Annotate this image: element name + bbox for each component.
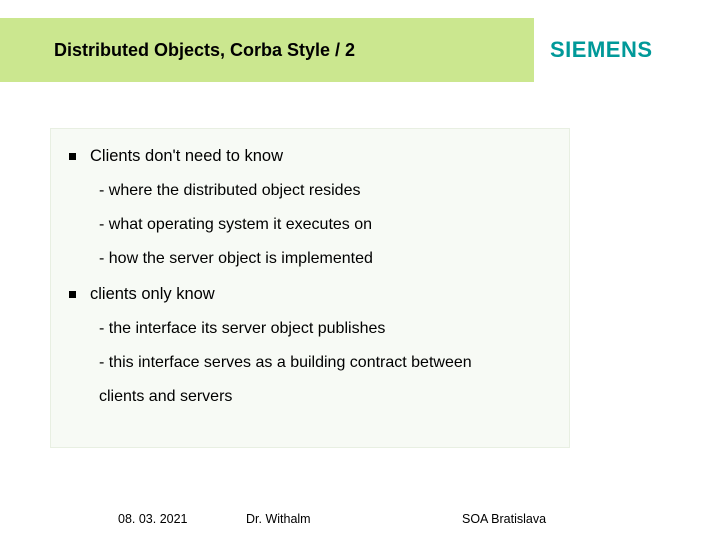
brand-text: SIEMENS — [550, 37, 653, 63]
brand-logo: SIEMENS — [550, 18, 720, 82]
footer-author: Dr. Withalm — [246, 512, 311, 526]
bullet-1-text: Clients don't need to know — [90, 147, 283, 167]
header: Distributed Objects, Corba Style / 2 SIE… — [0, 18, 720, 82]
bullet-2-sub-1: - the interface its server object publis… — [99, 319, 547, 339]
bullet-1-sub-3: - how the server object is implemented — [99, 249, 547, 269]
bullet-row: clients only know — [69, 285, 547, 305]
slide-title: Distributed Objects, Corba Style / 2 — [54, 40, 355, 61]
bullet-row: Clients don't need to know — [69, 147, 547, 167]
footer-date: 08. 03. 2021 — [118, 512, 188, 526]
title-band: Distributed Objects, Corba Style / 2 — [0, 18, 534, 82]
bullet-1-sub-1: - where the distributed object resides — [99, 181, 547, 201]
content-box: Clients don't need to know - where the d… — [50, 128, 570, 448]
bullet-2-text: clients only know — [90, 285, 215, 305]
square-bullet-icon — [69, 153, 76, 160]
bullet-2: clients only know - the interface its se… — [69, 285, 547, 407]
spacer — [69, 275, 547, 285]
footer-event: SOA Bratislava — [462, 512, 546, 526]
slide: Distributed Objects, Corba Style / 2 SIE… — [0, 0, 720, 540]
bullet-1: Clients don't need to know - where the d… — [69, 147, 547, 269]
bullet-2-sub-2: - this interface serves as a building co… — [99, 353, 547, 373]
square-bullet-icon — [69, 291, 76, 298]
bullet-1-sub-2: - what operating system it executes on — [99, 215, 547, 235]
bullet-2-sub-3: clients and servers — [99, 387, 547, 407]
